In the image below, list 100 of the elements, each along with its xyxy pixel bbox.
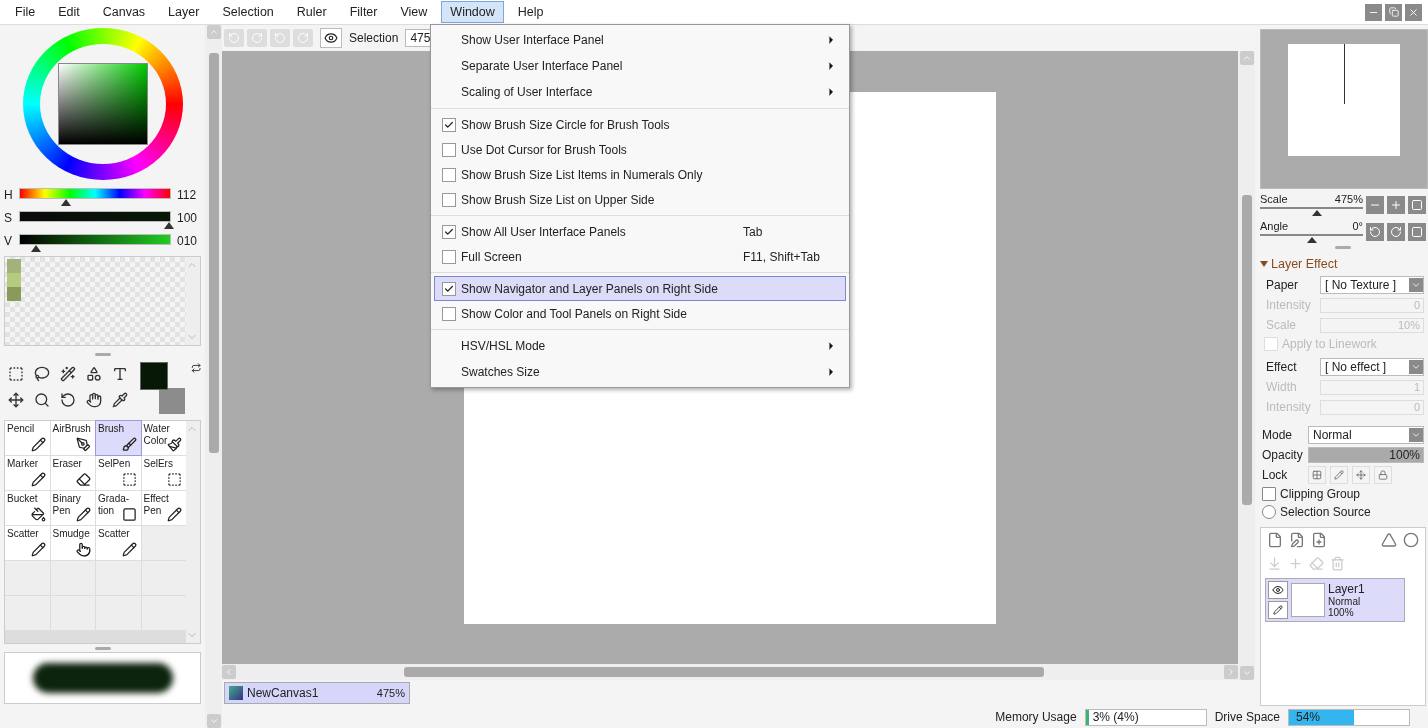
menu-item[interactable]: Separate User Interface Panel: [434, 53, 846, 79]
brush-tool[interactable]: Binary Pen: [50, 491, 95, 525]
panel-grip[interactable]: [94, 352, 111, 356]
brush-tool[interactable]: Eraser: [50, 456, 95, 490]
brush-tool[interactable]: AirBrush: [50, 421, 95, 455]
color-swatch[interactable]: [7, 259, 21, 273]
menu-item[interactable]: Show Navigator and Layer Panels on Right Side: [434, 276, 846, 301]
triangle-icon[interactable]: [1381, 532, 1397, 548]
lock-transparency-button[interactable]: [1308, 466, 1326, 484]
pencil-icon: [121, 542, 137, 557]
section-title: Layer Effect: [1271, 257, 1338, 271]
usage-meter: 54%: [1288, 708, 1410, 726]
brush-tool[interactable]: Marker: [5, 456, 50, 490]
brush-tool[interactable]: Grada- tion: [96, 491, 141, 525]
brush-tool[interactable]: Pencil: [5, 421, 50, 455]
new-layer-icon[interactable]: [1267, 532, 1283, 548]
minimize-button[interactable]: [1365, 3, 1382, 21]
pointer-icon: [76, 542, 91, 557]
rotate-left-button[interactable]: [1366, 222, 1384, 241]
field-label: Paper: [1266, 278, 1300, 292]
menu-item[interactable]: Full Screen F11, Shift+Tab: [434, 244, 846, 269]
menu-item[interactable]: HSV/HSL Mode: [434, 333, 846, 359]
layer-item[interactable]: Layer1 Normal 100%: [1265, 578, 1405, 622]
lock-move-button[interactable]: [1352, 466, 1370, 484]
menu-item[interactable]: View: [391, 1, 437, 23]
color-swatch[interactable]: [7, 287, 21, 301]
blend-mode-dropdown[interactable]: Normal: [1308, 426, 1424, 444]
effect-dropdown[interactable]: [ No effect ]: [1320, 358, 1424, 376]
background-color[interactable]: [158, 388, 185, 414]
reset-angle-button[interactable]: [1408, 222, 1426, 241]
menu-item[interactable]: Filter: [340, 1, 387, 23]
redo-icon: [251, 32, 263, 44]
swap-colors-icon[interactable]: [190, 362, 201, 374]
canvas-zoom: 475%: [376, 687, 405, 699]
new-linework-layer-icon[interactable]: [1289, 532, 1305, 548]
menu-item[interactable]: Use Dot Cursor for Brush Tools: [434, 137, 846, 162]
menu-item[interactable]: Show Brush Size List on Upper Side: [434, 187, 846, 212]
brush-tool[interactable]: Brush: [96, 421, 141, 455]
brush-tool[interactable]: Water Color: [141, 421, 186, 455]
pencil-icon: [1334, 470, 1344, 480]
canvas-thumbnail: [229, 686, 243, 700]
menu-item[interactable]: File: [6, 1, 45, 23]
close-button[interactable]: [1405, 3, 1422, 21]
opacity-slider[interactable]: 100%: [1308, 447, 1424, 463]
menu-item[interactable]: Swatches Size: [434, 359, 846, 385]
menu-item[interactable]: Show Color and Tool Panels on Right Side: [434, 301, 846, 326]
brush-tool[interactable]: Effect Pen: [141, 491, 186, 525]
slider-value: 475%: [1334, 193, 1363, 205]
menu-item[interactable]: Selection: [213, 1, 283, 23]
menu-item[interactable]: Scaling of User Interface: [434, 79, 846, 105]
color-swatch[interactable]: [7, 273, 21, 287]
menu-item[interactable]: Help: [508, 1, 553, 23]
panel-grip[interactable]: [1335, 245, 1351, 249]
square-icon: [121, 507, 137, 522]
canvas-tab[interactable]: NewCanvas1 475%: [224, 682, 410, 704]
brush-tool[interactable]: Smudge: [50, 526, 95, 560]
radio-button[interactable]: [1262, 505, 1276, 519]
scrollbar-thumb[interactable]: [208, 53, 219, 453]
eye-icon: [1272, 584, 1284, 596]
menu-item[interactable]: Show All User Interface Panels Tab: [434, 219, 846, 244]
brush-tool[interactable]: SelPen: [96, 456, 141, 490]
rotate-left-icon: [1369, 225, 1381, 238]
menu-item[interactable]: Layer: [159, 1, 209, 23]
field-label: Effect: [1266, 360, 1298, 374]
menu-item[interactable]: Edit: [49, 1, 89, 23]
restore-button[interactable]: [1385, 3, 1402, 21]
panel-grip[interactable]: [94, 646, 111, 650]
chevron-up-icon: [208, 27, 219, 37]
close-icon: [1408, 6, 1419, 18]
visibility-toggle[interactable]: [1268, 581, 1288, 599]
lock-paint-button[interactable]: [1330, 466, 1348, 484]
menu-item[interactable]: Show Brush Size List Items in Numerals Only: [434, 162, 846, 187]
radio-label: Selection Source: [1280, 505, 1371, 519]
pencil-icon: [30, 437, 46, 452]
saturation-value-square[interactable]: [57, 63, 148, 145]
eye-button[interactable]: [320, 28, 342, 48]
checkbox[interactable]: [1262, 487, 1276, 501]
lock-button[interactable]: [1374, 466, 1392, 484]
paper-dropdown[interactable]: [ No Texture ]: [1320, 276, 1424, 294]
brush-tool[interactable]: Scatter: [5, 526, 50, 560]
brush-tool[interactable]: Scatter: [96, 526, 141, 560]
expand-caret-icon[interactable]: [1260, 261, 1268, 267]
brush-tool[interactable]: SelErs: [141, 456, 186, 490]
menu-item[interactable]: Canvas: [93, 1, 155, 23]
scrollbar-thumb[interactable]: [1241, 195, 1252, 505]
slider-value: 010: [177, 233, 199, 248]
usage-meter: 3% (4%): [1084, 708, 1207, 726]
zoom-out-button[interactable]: [1366, 195, 1384, 214]
pencil-icon: [1273, 605, 1283, 615]
menu-item[interactable]: Window: [441, 1, 504, 23]
foreground-color[interactable]: [140, 362, 168, 390]
menu-item[interactable]: Ruler: [287, 1, 336, 23]
pencil-button[interactable]: [1268, 601, 1288, 619]
scrollbar-thumb[interactable]: [404, 667, 1044, 677]
menu-item[interactable]: Show Brush Size Circle for Brush Tools: [434, 112, 846, 137]
chevron-down-icon: [1241, 668, 1252, 678]
rotate-right-button[interactable]: [1387, 222, 1405, 241]
reset-zoom-button[interactable]: [1408, 195, 1426, 214]
zoom-in-button[interactable]: [1387, 195, 1405, 214]
brush-tool[interactable]: Bucket: [5, 491, 50, 525]
